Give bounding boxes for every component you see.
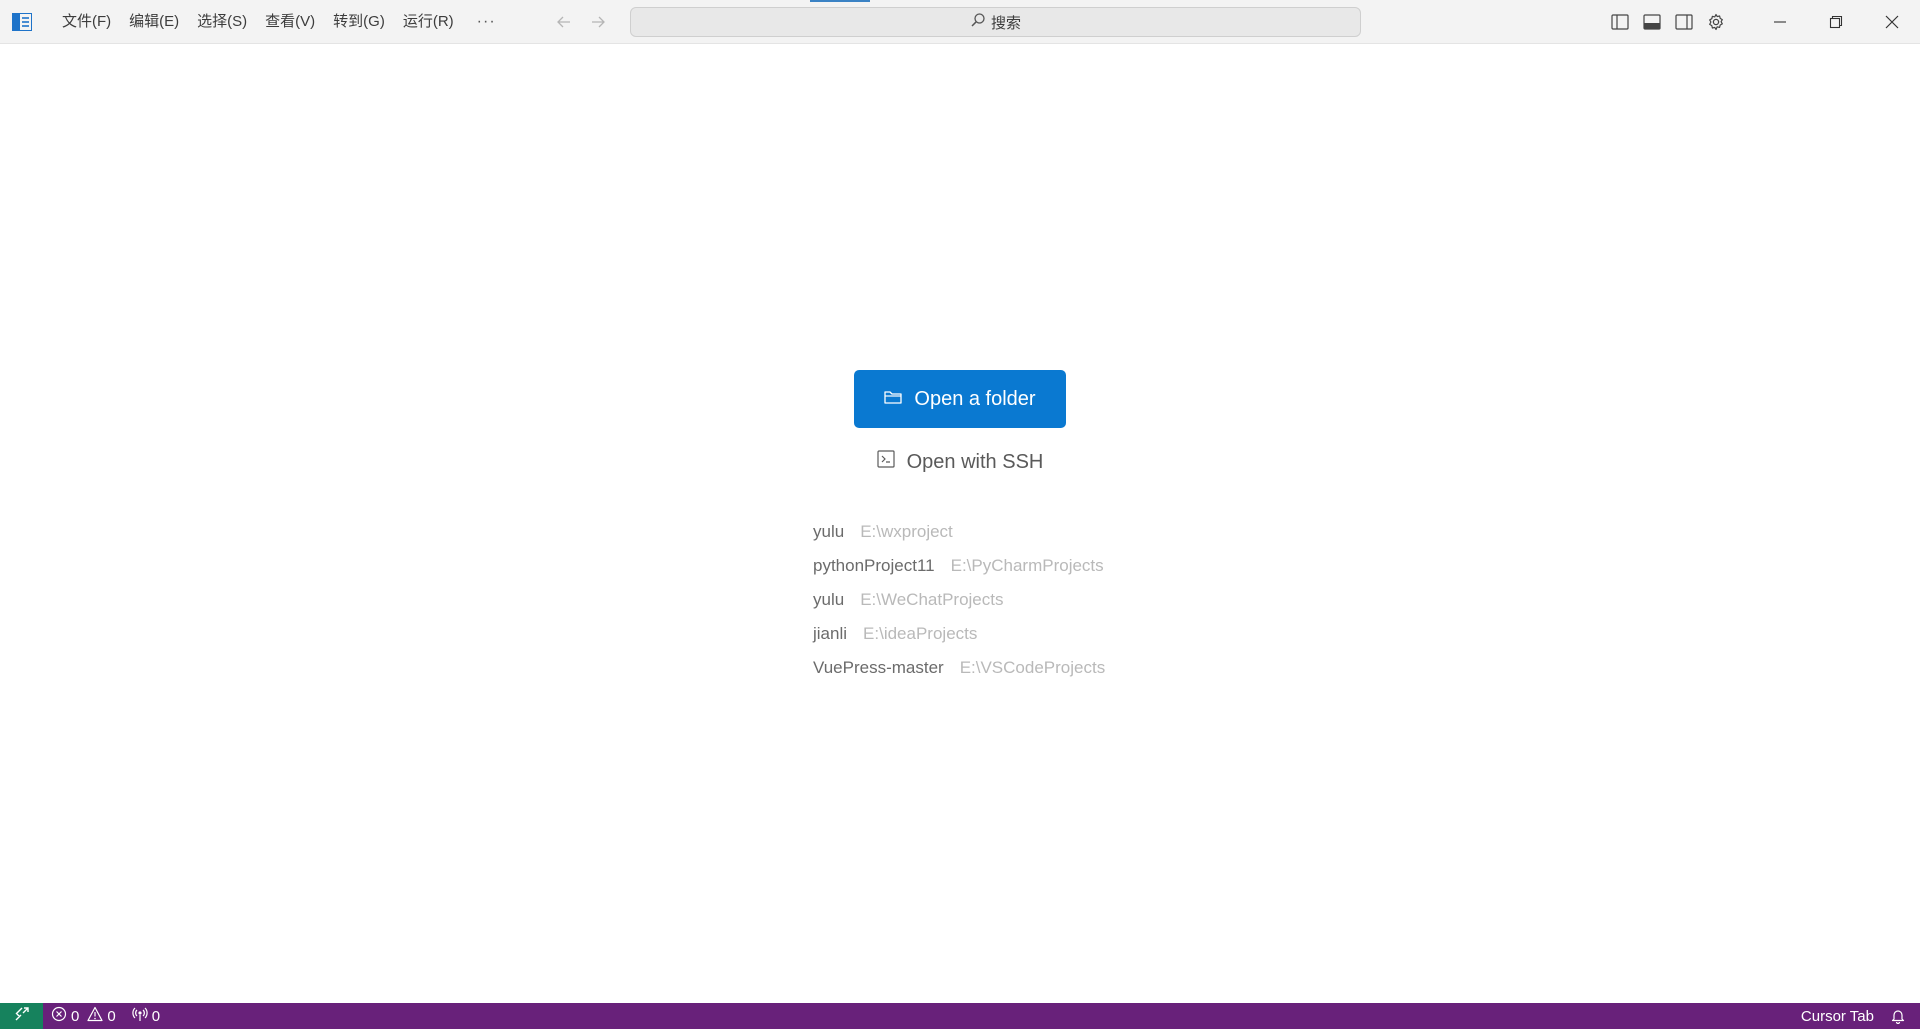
back-arrow-icon[interactable] — [552, 10, 576, 34]
recent-project-item[interactable]: jianli E:\ideaProjects — [813, 624, 1105, 658]
search-label: 搜索 — [990, 14, 1021, 32]
active-indicator — [810, 0, 870, 2]
problems-status[interactable]: 0 0 — [43, 1003, 124, 1029]
open-folder-button[interactable]: Open a folder — [854, 370, 1066, 428]
gear-icon[interactable] — [1700, 6, 1732, 38]
open-folder-label: Open a folder — [914, 387, 1036, 410]
recent-project-item[interactable]: VuePress-master E:\VSCodeProjects — [813, 658, 1105, 692]
terminal-icon — [877, 450, 895, 474]
recent-project-name: VuePress-master — [813, 658, 944, 677]
recent-project-item[interactable]: yulu E:\WeChatProjects — [813, 590, 1105, 624]
error-icon — [51, 1006, 67, 1026]
minimize-icon[interactable] — [1752, 0, 1808, 44]
warning-count: 0 — [107, 1007, 116, 1025]
warning-icon — [87, 1006, 103, 1026]
recent-project-name: yulu — [813, 590, 845, 609]
cursor-tab-status[interactable]: Cursor Tab — [1793, 1003, 1882, 1029]
toggle-primary-sidebar-icon[interactable] — [1604, 6, 1636, 38]
bell-icon[interactable] — [1882, 1003, 1920, 1029]
toggle-panel-icon[interactable] — [1636, 6, 1668, 38]
broadcast-icon — [131, 1006, 148, 1026]
recent-project-path: E:\WeChatProjects — [860, 590, 1004, 609]
remote-indicator-button[interactable] — [0, 1003, 43, 1029]
menu-selection[interactable]: 选择(S) — [188, 7, 256, 37]
menu-edit[interactable]: 编辑(E) — [120, 7, 188, 37]
toggle-secondary-sidebar-icon[interactable] — [1668, 6, 1700, 38]
remote-icon — [14, 1006, 30, 1026]
recent-project-item[interactable]: yulu E:\wxproject — [813, 522, 1105, 556]
welcome-area: Open a folder Open with SSH yulu E:\wxpr… — [0, 44, 1920, 1003]
menu-view[interactable]: 查看(V) — [256, 7, 324, 37]
recent-project-name: jianli — [813, 624, 848, 643]
recent-project-item[interactable]: pythonProject11 E:\PyCharmProjects — [813, 556, 1105, 590]
title-bar: 文件(F) 编辑(E) 选择(S) 查看(V) 转到(G) 运行(R) ··· … — [0, 0, 1920, 44]
recent-project-name: yulu — [813, 522, 845, 541]
restore-icon[interactable] — [1808, 0, 1864, 44]
status-bar: 0 0 0 Cursor Tab — [0, 1003, 1920, 1029]
navigation-arrows — [552, 10, 610, 34]
recent-project-path: E:\wxproject — [860, 522, 953, 541]
error-count: 0 — [71, 1007, 80, 1025]
open-ssh-label: Open with SSH — [906, 450, 1044, 473]
recent-project-name: pythonProject11 — [813, 556, 935, 575]
open-ssh-button[interactable]: Open with SSH — [854, 444, 1066, 480]
search-icon — [970, 12, 986, 32]
recent-project-path: E:\ideaProjects — [863, 624, 978, 643]
recent-projects-list: yulu E:\wxproject pythonProject11 E:\PyC… — [813, 522, 1105, 692]
menu-bar: 文件(F) 编辑(E) 选择(S) 查看(V) 转到(G) 运行(R) ··· — [53, 0, 510, 43]
recent-project-path: E:\VSCodeProjects — [959, 658, 1106, 677]
menu-go[interactable]: 转到(G) — [324, 7, 394, 37]
ports-count: 0 — [151, 1007, 161, 1025]
recent-project-path: E:\PyCharmProjects — [950, 556, 1104, 575]
app-logo-icon[interactable] — [11, 11, 33, 33]
close-icon[interactable] — [1864, 0, 1920, 44]
folder-icon — [884, 388, 903, 411]
title-actions — [1604, 0, 1920, 44]
menu-file[interactable]: 文件(F) — [53, 7, 120, 37]
forward-arrow-icon[interactable] — [586, 10, 610, 34]
menu-more-button[interactable]: ··· — [463, 7, 510, 37]
menu-run[interactable]: 运行(R) — [394, 7, 463, 37]
ports-status[interactable]: 0 — [124, 1003, 168, 1029]
search-input[interactable]: 搜索 — [630, 7, 1361, 37]
